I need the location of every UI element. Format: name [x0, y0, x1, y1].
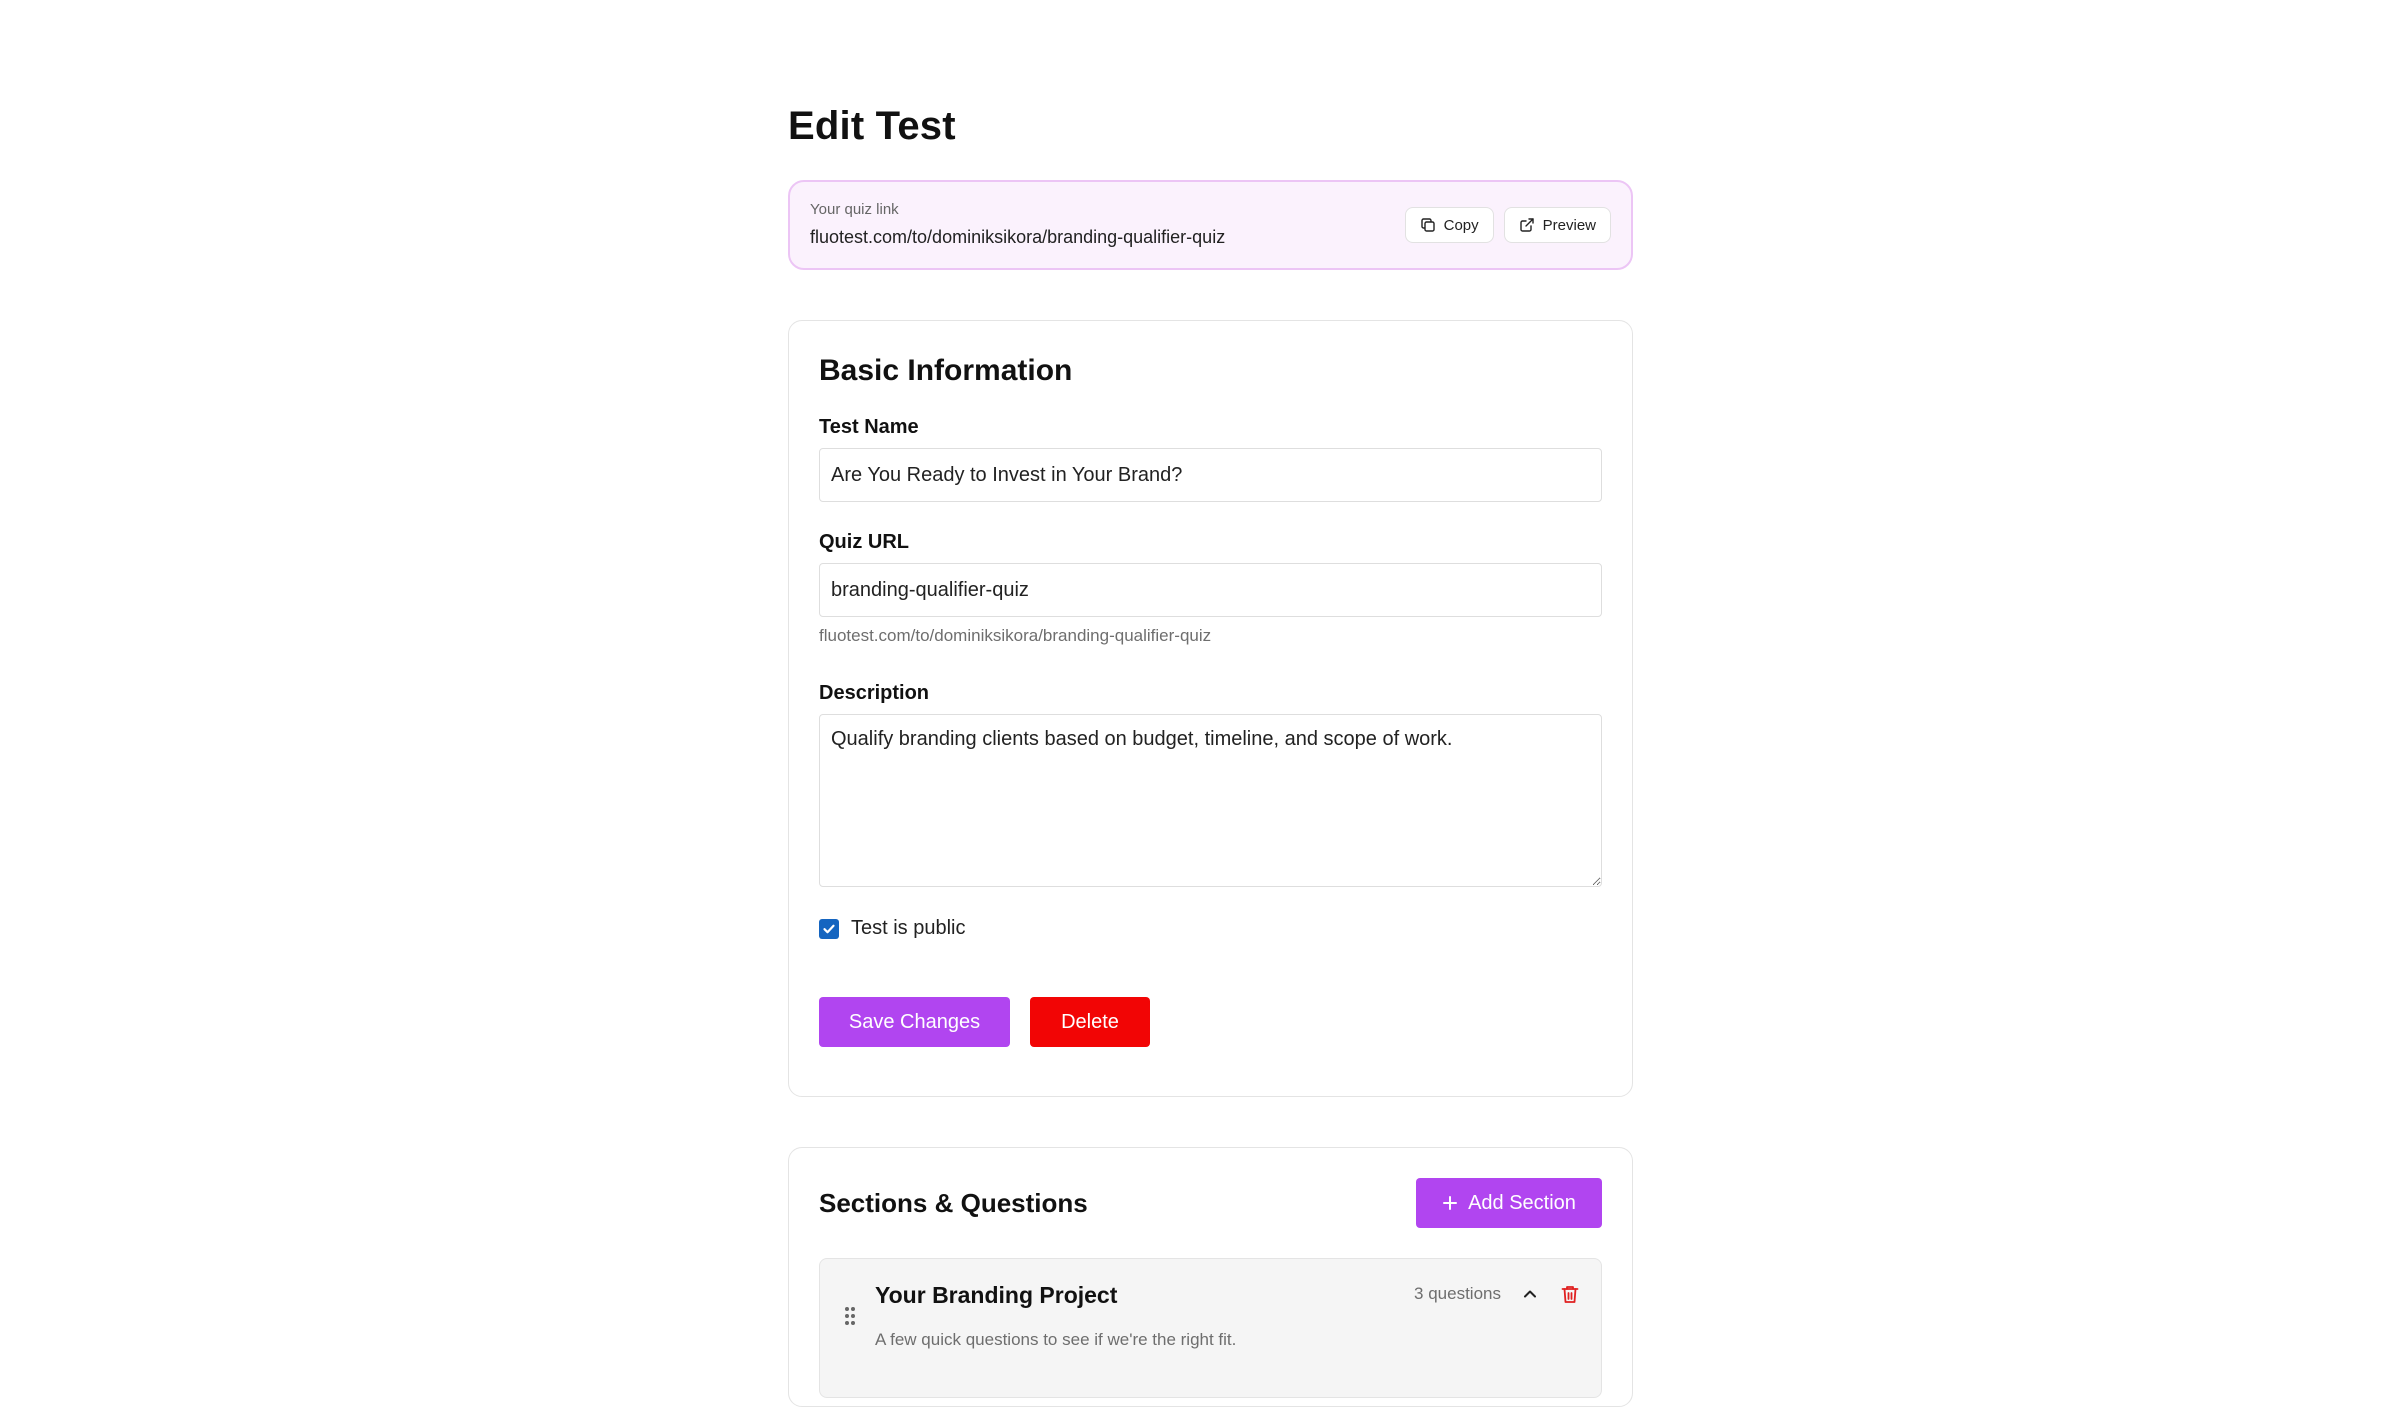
preview-button[interactable]: Preview — [1503, 207, 1611, 243]
drag-handle-icon[interactable] — [844, 1306, 856, 1331]
quiz-link-url: fluotest.com/to/dominiksikora/branding-q… — [810, 226, 1226, 247]
question-count: 3 questions — [1414, 1284, 1501, 1303]
save-changes-button[interactable]: Save Changes — [819, 997, 1010, 1047]
quiz-url-helper: fluotest.com/to/dominiksikora/branding-q… — [819, 626, 1212, 645]
edit-test-page: Edit Test Your quiz link fluotest.com/to… — [788, 100, 1633, 1407]
delete-button[interactable]: Delete — [1030, 997, 1150, 1047]
chevron-up-icon[interactable] — [1521, 1285, 1539, 1303]
sections-title: Sections & Questions — [819, 1187, 1088, 1218]
quiz-link-caption: Your quiz link — [810, 200, 899, 218]
trash-icon[interactable] — [1559, 1283, 1581, 1305]
basic-information-title: Basic Information — [819, 354, 1073, 387]
test-name-label: Test Name — [819, 416, 919, 438]
quiz-url-label: Quiz URL — [819, 531, 909, 553]
copy-link-button[interactable]: Copy — [1404, 207, 1494, 243]
checkmark-icon — [823, 924, 835, 933]
sections-header: Sections & Questions Add Section — [819, 1178, 1602, 1228]
description-textarea[interactable]: Qualify branding clients based on budget… — [819, 714, 1602, 887]
preview-label: Preview — [1542, 216, 1596, 234]
add-section-label: Add Section — [1468, 1191, 1576, 1214]
quiz-link-actions: Copy Preview — [1404, 207, 1611, 243]
section-description: A few quick questions to see if we're th… — [875, 1330, 1237, 1349]
sections-card: Sections & Questions Add Section Your Br… — [788, 1147, 1633, 1407]
description-field: Description Qualify branding clients bas… — [819, 680, 1602, 887]
quiz-url-input[interactable] — [819, 563, 1602, 617]
section-item: Your Branding Project A few quick questi… — [819, 1258, 1602, 1398]
plus-icon — [1442, 1195, 1458, 1211]
basic-information-card: Basic Information Test Name Quiz URL flu… — [788, 320, 1633, 1097]
section-name[interactable]: Your Branding Project — [875, 1282, 1117, 1309]
test-name-field: Test Name — [819, 414, 1602, 502]
add-section-button[interactable]: Add Section — [1416, 1178, 1602, 1228]
public-toggle-row: Test is public — [819, 917, 1602, 940]
section-meta: 3 questions — [1414, 1283, 1581, 1305]
public-checkbox[interactable] — [819, 918, 839, 939]
form-actions: Save Changes Delete — [819, 997, 1602, 1047]
description-label: Description — [819, 682, 930, 704]
test-name-input[interactable] — [819, 448, 1602, 502]
page-title: Edit Test — [788, 104, 956, 148]
external-link-icon — [1519, 217, 1535, 233]
copy-link-label: Copy — [1443, 216, 1479, 234]
quiz-link-info: Your quiz link fluotest.com/to/dominiksi… — [810, 200, 1225, 251]
public-checkbox-label[interactable]: Test is public — [851, 917, 966, 940]
quiz-url-field: Quiz URL fluotest.com/to/dominiksikora/b… — [819, 529, 1602, 647]
quiz-link-banner: Your quiz link fluotest.com/to/dominiksi… — [788, 180, 1633, 270]
copy-icon — [1420, 217, 1436, 233]
